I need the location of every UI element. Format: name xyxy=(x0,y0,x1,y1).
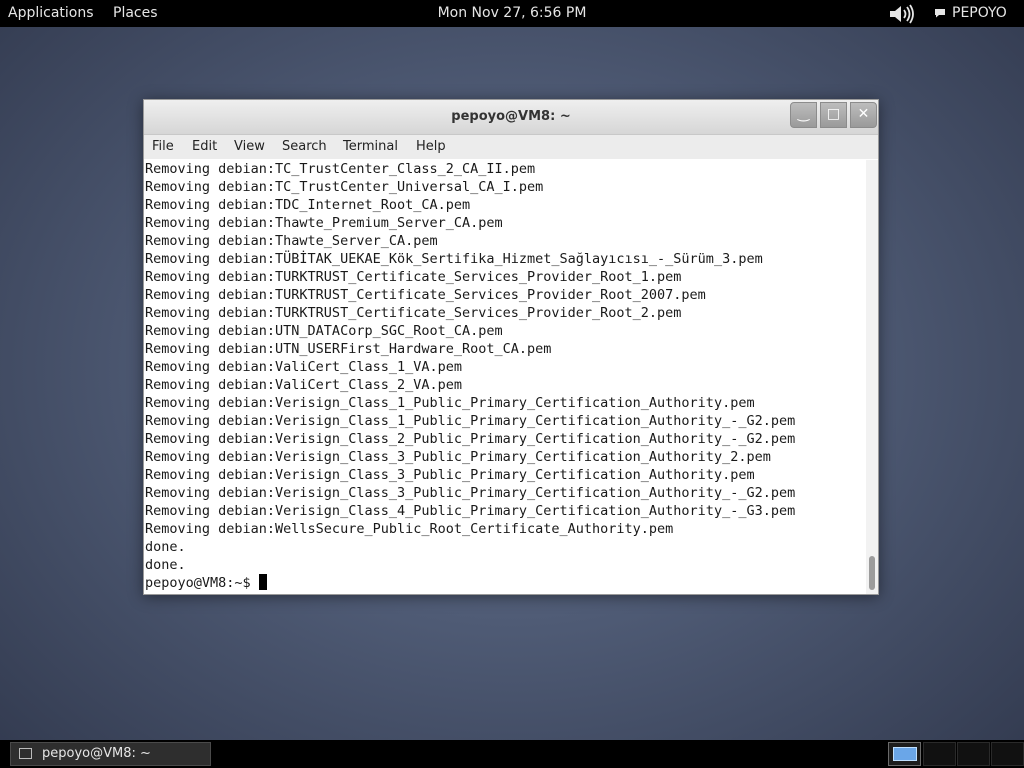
scrollbar-thumb[interactable] xyxy=(869,556,875,590)
window-title: pepoyo@VM8: ~ xyxy=(451,109,571,124)
terminal-line: Removing debian:Thawte_Premium_Server_CA… xyxy=(145,215,503,231)
terminal-line: done. xyxy=(145,557,186,573)
places-menu[interactable]: Places xyxy=(113,5,158,21)
window-titlebar[interactable]: pepoyo@VM8: ~ ‿ □ ✕ xyxy=(144,100,878,135)
terminal-line: Removing debian:UTN_DATACorp_SGC_Root_CA… xyxy=(145,323,503,339)
user-name: PEPOYO xyxy=(952,5,1007,21)
terminal-line: Removing debian:TÜBİTAK_UEKAE_Kök_Sertif… xyxy=(145,251,763,267)
terminal-text: Removing debian:TC_TrustCenter_Class_2_C… xyxy=(144,160,866,592)
chat-bubble-icon xyxy=(935,9,945,18)
text-cursor xyxy=(258,574,267,590)
menu-terminal[interactable]: Terminal xyxy=(343,139,398,154)
terminal-line: Removing debian:Verisign_Class_1_Public_… xyxy=(145,395,755,411)
workspace-1[interactable] xyxy=(888,742,921,766)
menu-help[interactable]: Help xyxy=(416,139,446,154)
clock[interactable]: Mon Nov 27, 6:56 PM xyxy=(438,5,587,21)
terminal-line: Removing debian:Verisign_Class_4_Public_… xyxy=(145,503,796,519)
applications-menu[interactable]: Applications xyxy=(8,5,94,21)
terminal-line: Removing debian:Verisign_Class_1_Public_… xyxy=(145,413,796,429)
workspace-3[interactable] xyxy=(957,742,990,766)
terminal-line: Removing debian:Verisign_Class_3_Public_… xyxy=(145,449,771,465)
terminal-line: Removing debian:Thawte_Server_CA.pem xyxy=(145,233,438,249)
scrollbar[interactable] xyxy=(866,160,878,594)
terminal-line: Removing debian:TDC_Internet_Root_CA.pem xyxy=(145,197,471,213)
user-menu[interactable]: PEPOYO xyxy=(934,5,1007,21)
workspace-2[interactable] xyxy=(923,742,956,766)
workspace-window-thumbnail xyxy=(893,747,917,761)
close-button[interactable]: ✕ xyxy=(850,102,877,128)
taskbar-window-label: pepoyo@VM8: ~ xyxy=(42,746,151,761)
terminal-line: Removing debian:TURKTRUST_Certificate_Se… xyxy=(145,269,682,285)
bottom-panel: pepoyo@VM8: ~ xyxy=(0,740,1024,768)
terminal-line: Removing debian:UTN_USERFirst_Hardware_R… xyxy=(145,341,552,357)
terminal-line: Removing debian:Verisign_Class_2_Public_… xyxy=(145,431,796,447)
terminal-line: Removing debian:TURKTRUST_Certificate_Se… xyxy=(145,305,682,321)
prompt-line[interactable]: pepoyo@VM8:~$ xyxy=(145,574,866,592)
workspace-4[interactable] xyxy=(991,742,1024,766)
speaker-icon[interactable] xyxy=(888,3,914,25)
top-panel: Applications Places Mon Nov 27, 6:56 PM … xyxy=(0,0,1024,27)
terminal-window: pepoyo@VM8: ~ ‿ □ ✕ File Edit View Searc… xyxy=(143,99,879,595)
terminal-line: done. xyxy=(145,539,186,555)
minimize-button[interactable]: ‿ xyxy=(790,102,817,128)
terminal-line: Removing debian:TURKTRUST_Certificate_Se… xyxy=(145,287,706,303)
terminal-line: Removing debian:TC_TrustCenter_Universal… xyxy=(145,179,544,195)
terminal-line: Removing debian:Verisign_Class_3_Public_… xyxy=(145,485,796,501)
terminal-icon xyxy=(19,748,32,759)
menu-edit[interactable]: Edit xyxy=(192,139,217,154)
menu-view[interactable]: View xyxy=(234,139,265,154)
terminal-line: Removing debian:ValiCert_Class_1_VA.pem xyxy=(145,359,462,375)
menu-file[interactable]: File xyxy=(152,139,174,154)
terminal-line: Removing debian:TC_TrustCenter_Class_2_C… xyxy=(145,161,536,177)
terminal-line: Removing debian:WellsSecure_Public_Root_… xyxy=(145,521,674,537)
taskbar-window-button[interactable]: pepoyo@VM8: ~ xyxy=(10,742,211,766)
maximize-button[interactable]: □ xyxy=(820,102,847,128)
menu-search[interactable]: Search xyxy=(282,139,327,154)
shell-prompt: pepoyo@VM8:~$ xyxy=(145,575,259,591)
terminal-line: Removing debian:Verisign_Class_3_Public_… xyxy=(145,467,755,483)
terminal-line: Removing debian:ValiCert_Class_2_VA.pem xyxy=(145,377,462,393)
terminal-output[interactable]: Removing debian:TC_TrustCenter_Class_2_C… xyxy=(144,160,866,594)
menu-bar: File Edit View Search Terminal Help xyxy=(144,135,878,159)
